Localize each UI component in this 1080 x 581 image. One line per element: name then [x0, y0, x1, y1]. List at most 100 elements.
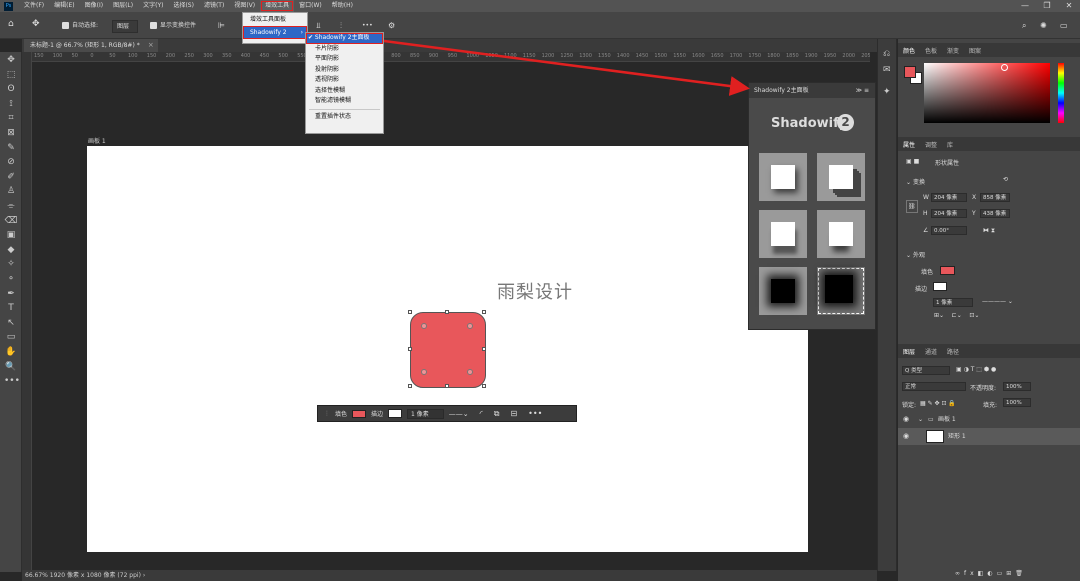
tool-button[interactable]: ♙ [4, 185, 18, 197]
tool-button[interactable]: ✒ [4, 288, 18, 300]
blur-shadow-button[interactable] [759, 267, 807, 315]
gear-icon[interactable]: ⚙ [388, 20, 395, 31]
close-window-button[interactable]: ✕ [1058, 0, 1080, 12]
appearance-fill-swatch[interactable] [940, 266, 955, 275]
height-input[interactable]: 204 像素 [931, 209, 967, 218]
eye-icon[interactable]: ◉ [903, 428, 909, 445]
tool-button[interactable]: ▣ [4, 229, 18, 241]
minimize-button[interactable]: — [1014, 0, 1036, 12]
menu-image[interactable]: 图像(I) [80, 0, 108, 12]
transform-handle[interactable] [445, 310, 449, 314]
tool-button[interactable]: ⬚ [4, 69, 18, 81]
layer-filter-icons[interactable]: ▣ ◑ T ⬚ ⬢ ● [956, 366, 996, 373]
auto-select-dropdown[interactable]: 图层 [112, 20, 139, 33]
corner-radius-handle[interactable] [421, 323, 427, 329]
link-dimensions-icon[interactable]: ⛓ [906, 200, 918, 213]
tab-paths[interactable]: 路径 [942, 347, 964, 356]
tab-adjustments[interactable]: 调整 [920, 140, 942, 149]
comments-icon[interactable]: ✉ [883, 65, 891, 75]
tool-button[interactable]: ◆ [4, 244, 18, 256]
tab-properties[interactable]: 属性 [898, 140, 920, 149]
eye-icon[interactable]: ◉ [903, 411, 909, 428]
transform-handle[interactable] [445, 384, 449, 388]
transform-handle[interactable] [482, 310, 486, 314]
rounded-rectangle-shape[interactable] [408, 310, 486, 388]
tool-button[interactable]: ʘ [4, 83, 18, 95]
ctx-stroke-width-select[interactable]: 1 像素 [407, 408, 444, 419]
expand-chevron-icon[interactable]: ⌄ [918, 411, 923, 428]
corner-radius-icon[interactable]: ◜ [480, 409, 483, 418]
align-left-icon[interactable]: ⊫ [218, 20, 225, 31]
submenu-card-shadow[interactable]: 卡片阴影 [306, 44, 383, 55]
transform-handle[interactable] [408, 310, 412, 314]
move-tool-icon[interactable]: ✥ [32, 19, 40, 30]
ctx-stroke-swatch[interactable] [388, 409, 403, 418]
appearance-stroke-swatch[interactable] [933, 282, 947, 291]
foreground-color-swatch[interactable] [904, 66, 916, 78]
menu-layer[interactable]: 图层(L) [108, 0, 138, 12]
auto-select-checkbox[interactable]: 自动选择: [62, 20, 98, 31]
restore-button[interactable]: ❐ [1036, 0, 1058, 12]
corner-radius-handle[interactable] [467, 323, 473, 329]
x-input[interactable]: 858 像素 [980, 193, 1010, 202]
new-layer-icon[interactable]: ⊞ [1006, 570, 1015, 577]
tool-button[interactable]: ⚬ [4, 273, 18, 285]
appearance-stroke-width[interactable]: 1 像素 [933, 298, 973, 307]
mask-icon[interactable]: ◧ [978, 570, 988, 577]
ruler-horizontal[interactable]: 150 100 50 0 50 100 150 200 250 300 350 400 450 500 55… [32, 52, 870, 62]
width-input[interactable]: 204 像素 [931, 193, 967, 202]
tool-button[interactable]: ✐ [4, 171, 18, 183]
menu-select[interactable]: 选择(S) [168, 0, 199, 12]
tool-button[interactable]: ⊠ [4, 127, 18, 139]
submenu-selective-blur[interactable]: 选择性模糊 [306, 86, 383, 97]
tab-swatches[interactable]: 色板 [920, 46, 942, 55]
fx-icon[interactable]: fx [964, 570, 978, 577]
history-icon[interactable]: ⎌ [883, 49, 890, 59]
close-icon[interactable]: × [148, 39, 154, 52]
layer-row[interactable]: ◉ ⌄ ▭ 画板 1 [898, 411, 1080, 428]
tool-button[interactable]: ⌗ [4, 112, 18, 124]
path-ops-icon[interactable]: ⧉ [494, 409, 500, 419]
tab-color[interactable]: 颜色 [898, 46, 920, 55]
corner-radius-handle[interactable] [467, 369, 473, 375]
selective-blur-button[interactable] [817, 267, 865, 315]
cast-shadow-button[interactable] [817, 210, 865, 258]
color-picker-cursor[interactable] [1001, 64, 1008, 71]
angle-input[interactable]: 0.00° [931, 226, 967, 235]
y-input[interactable]: 438 像素 [980, 209, 1010, 218]
trash-icon[interactable]: 🗑 [1015, 570, 1027, 577]
menu-item-plugins-panel[interactable]: 增效工具面板 [243, 13, 307, 26]
stroke-style-icon[interactable]: ——⌄ [449, 410, 469, 418]
transform-section-title[interactable]: ⌄ 变换 [906, 177, 925, 186]
blend-mode-select[interactable]: 正常 [902, 382, 966, 391]
fill-input[interactable]: 100% [1003, 398, 1031, 407]
ctx-fill-swatch[interactable] [352, 409, 367, 418]
stroke-style-select[interactable]: ———— ⌄ [982, 298, 1013, 305]
tab-patterns[interactable]: 图案 [964, 46, 986, 55]
submenu-flat-shadow[interactable]: 平面阴影 [306, 54, 383, 65]
more-options-button[interactable]: ••• [362, 20, 373, 31]
ruler-vertical[interactable] [22, 52, 32, 570]
menu-window[interactable]: 窗口(W) [294, 0, 327, 12]
link-layers-icon[interactable]: ∞ [955, 570, 964, 577]
menu-plugins[interactable]: 增效工具 [260, 0, 295, 12]
tool-button[interactable]: ✧ [4, 258, 18, 270]
menu-type[interactable]: 文字(Y) [138, 0, 168, 12]
hue-slider[interactable] [1058, 63, 1064, 123]
tool-button[interactable]: ✎ [4, 142, 18, 154]
shadowify-panel-title[interactable]: Shadowify 2主面板 ≫ ≡ [749, 83, 875, 98]
submenu-cast-shadow[interactable]: 投射阴影 [306, 65, 383, 76]
transform-handle[interactable] [408, 384, 412, 388]
long-shadow-button[interactable] [817, 153, 865, 201]
tab-channels[interactable]: 通道 [920, 347, 942, 356]
opacity-input[interactable]: 100% [1003, 382, 1031, 391]
menu-file[interactable]: 文件(F) [19, 0, 49, 12]
tool-button[interactable]: ▭ [4, 331, 18, 343]
artboard-label[interactable]: 画板 1 [88, 136, 106, 145]
lightbulb-icon[interactable]: ✺ [1040, 20, 1047, 31]
layer-filter-select[interactable]: Q 类型 [902, 366, 950, 375]
transform-handle[interactable] [408, 347, 412, 351]
layer-row[interactable]: ◉ 矩形 1 [898, 428, 1080, 445]
transform-handle[interactable] [482, 384, 486, 388]
tool-button[interactable]: ⊘ [4, 156, 18, 168]
